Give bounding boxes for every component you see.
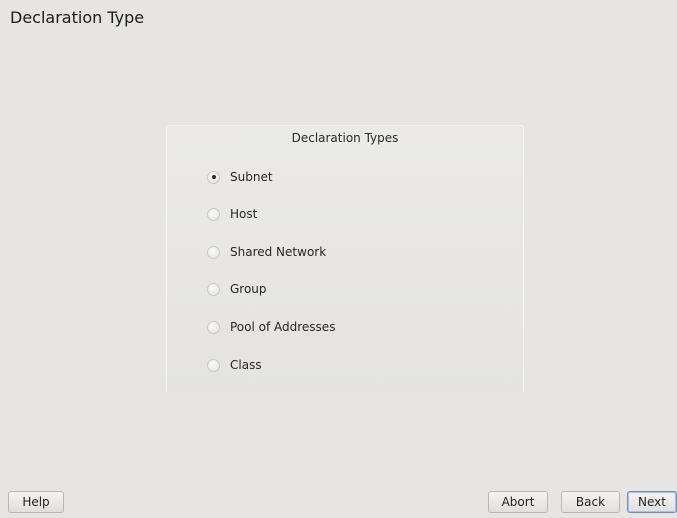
radio-label: Pool of Addresses (230, 320, 336, 334)
radio-label: Shared Network (230, 245, 327, 259)
abort-button[interactable]: Abort (488, 491, 548, 513)
radio-button[interactable] (207, 320, 220, 334)
radio-button[interactable] (207, 170, 220, 184)
dialog-window: Declaration Type Declaration Types Subne… (0, 0, 677, 518)
radio-label: Subnet (230, 170, 273, 184)
help-button[interactable]: Help (8, 491, 64, 513)
group-title: Declaration Types (291, 131, 399, 145)
radio-button[interactable] (207, 358, 220, 372)
radio-label: Host (230, 207, 258, 221)
radio-button[interactable] (207, 207, 220, 221)
radio-option-group[interactable]: Group (207, 280, 267, 298)
radio-option-pool-of-addresses[interactable]: Pool of Addresses (207, 318, 335, 336)
radio-option-host[interactable]: Host (207, 205, 257, 223)
back-button[interactable]: Back (561, 491, 620, 513)
radio-option-subnet[interactable]: Subnet (207, 168, 273, 186)
radio-option-shared-network[interactable]: Shared Network (207, 243, 326, 261)
radio-option-class[interactable]: Class (207, 356, 262, 374)
page-title: Declaration Type (10, 8, 145, 27)
next-button[interactable]: Next (627, 491, 677, 513)
radio-label: Group (230, 282, 267, 296)
radio-button[interactable] (207, 282, 220, 296)
radio-button[interactable] (207, 245, 220, 259)
declaration-types-group: Declaration Types Subnet Host Shared Net… (166, 125, 524, 392)
radio-label: Class (230, 358, 262, 372)
